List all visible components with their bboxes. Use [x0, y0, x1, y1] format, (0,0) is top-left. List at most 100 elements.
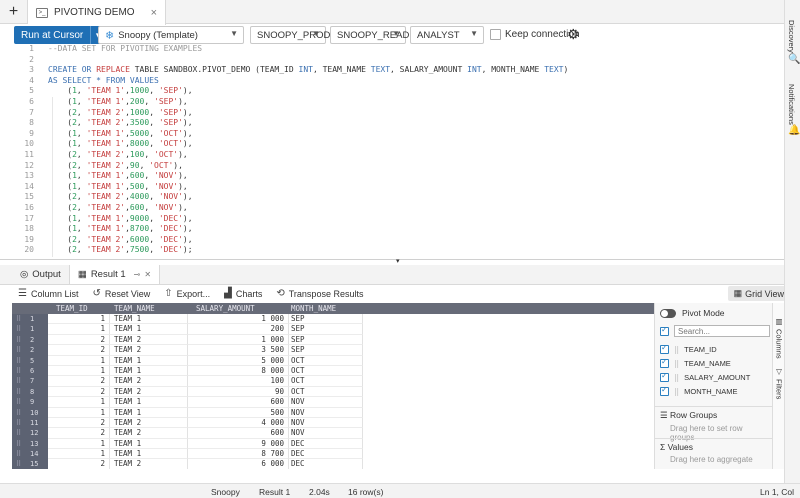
cell-team-name[interactable]: TEAM 2: [110, 386, 188, 398]
cell-team-id[interactable]: 1: [48, 324, 110, 335]
role-select[interactable]: ANALYST ▼: [410, 26, 484, 44]
drag-handle-icon[interactable]: ⣿: [674, 388, 679, 396]
cell-month-name[interactable]: NOV: [289, 407, 363, 418]
table-row[interactable]: ⠿ 12 2 TEAM 2 600 NOV: [12, 428, 654, 439]
bell-icon[interactable]: 🔔: [788, 125, 800, 136]
cell-team-name[interactable]: TEAM 2: [110, 428, 188, 439]
cell-month-name[interactable]: OCT: [289, 376, 363, 387]
keep-connection-checkbox[interactable]: [490, 29, 501, 40]
table-row[interactable]: ⠿ 6 1 TEAM 18 000 OCT: [12, 365, 654, 377]
field-checkbox[interactable]: [660, 343, 669, 354]
schema-select[interactable]: SNOOPY_READ ▼: [330, 26, 409, 44]
notifications-tab[interactable]: Notifications: [787, 84, 796, 125]
row-number[interactable]: ⠿ 9: [12, 397, 48, 408]
cell-salary-amount[interactable]: 1 000: [188, 334, 289, 346]
column-list-button[interactable]: ☰ Column List: [18, 288, 79, 299]
values-drop-zone[interactable]: Σ Values Drag here to aggregate: [655, 438, 773, 467]
column-header[interactable]: TEAM_NAME: [110, 303, 188, 314]
table-row[interactable]: ⠿ 14 1 TEAM 18 700 DEC: [12, 449, 654, 460]
cell-team-name[interactable]: TEAM 1: [110, 438, 188, 450]
cell-month-name[interactable]: NOV: [289, 417, 363, 429]
table-row[interactable]: ⠿ 15 2 TEAM 26 000 DEC: [12, 459, 654, 469]
column-header[interactable]: SALARY_AMOUNT: [188, 303, 289, 314]
table-row[interactable]: ⠿ 13 1 TEAM 19 000 DEC: [12, 438, 654, 450]
cell-team-name[interactable]: TEAM 1: [110, 314, 188, 325]
field-item[interactable]: ⣿TEAM_ID: [660, 343, 717, 354]
row-number[interactable]: ⠿ 11: [12, 417, 48, 429]
column-search-input[interactable]: [674, 325, 770, 337]
database-select[interactable]: SNOOPY_PROD ▼: [250, 26, 330, 44]
cell-team-name[interactable]: TEAM 2: [110, 334, 188, 346]
select-all-checkbox[interactable]: [660, 325, 669, 336]
row-number[interactable]: ⠿ 12: [12, 428, 48, 439]
tab-output[interactable]: ◎ Output: [12, 265, 69, 284]
cell-team-name[interactable]: TEAM 1: [110, 397, 188, 408]
table-row[interactable]: ⠿ 10 1 TEAM 1 500 NOV: [12, 407, 654, 418]
results-grid[interactable]: TEAM_ID TEAM_NAME SALARY_AMOUNT MONTH_NA…: [12, 303, 654, 469]
table-row[interactable]: ⠿ 9 1 TEAM 1 600 NOV: [12, 397, 654, 408]
cell-team-id[interactable]: 2: [48, 386, 110, 398]
row-number[interactable]: ⠿ 8: [12, 386, 48, 398]
transpose-results-button[interactable]: ⟲ Transpose Results: [276, 288, 363, 299]
grid-view-button[interactable]: ▦ Grid View: [727, 286, 790, 301]
row-number[interactable]: ⠿ 1: [12, 324, 48, 335]
cell-team-id[interactable]: 2: [48, 459, 110, 469]
cell-salary-amount[interactable]: 100: [188, 376, 289, 387]
cell-salary-amount[interactable]: 200: [188, 324, 289, 335]
toggle-switch[interactable]: [660, 308, 676, 318]
cell-salary-amount[interactable]: 8 000: [188, 365, 289, 377]
table-row[interactable]: ⠿ 1 1 TEAM 1 200 SEP: [12, 324, 654, 335]
cell-team-id[interactable]: 1: [48, 449, 110, 460]
cell-team-id[interactable]: 1: [48, 365, 110, 377]
cell-month-name[interactable]: SEP: [289, 345, 363, 356]
close-tab-icon[interactable]: ×: [151, 7, 157, 19]
cell-team-id[interactable]: 2: [48, 345, 110, 356]
gear-icon[interactable]: ⚙: [567, 26, 580, 43]
field-checkbox[interactable]: [660, 371, 669, 382]
cell-team-id[interactable]: 1: [48, 438, 110, 450]
row-number[interactable]: ⠿ 15: [12, 459, 48, 469]
row-number[interactable]: ⠿ 7: [12, 376, 48, 387]
drag-handle-icon[interactable]: ⣿: [674, 374, 679, 382]
row-number[interactable]: ⠿ 10: [12, 407, 48, 418]
table-row[interactable]: ⠿ 11 2 TEAM 24 000 NOV: [12, 417, 654, 429]
cell-salary-amount[interactable]: 600: [188, 428, 289, 439]
field-checkbox[interactable]: [660, 385, 669, 396]
cell-team-id[interactable]: 2: [48, 334, 110, 346]
run-at-cursor-button[interactable]: Run at Cursor ▼: [14, 26, 106, 44]
table-row[interactable]: ⠿ 5 1 TEAM 15 000 OCT: [12, 355, 654, 366]
template-select[interactable]: ❄ Snoopy (Template) ▼: [98, 26, 244, 44]
row-number[interactable]: ⠿ 1: [12, 314, 48, 325]
cell-team-id[interactable]: 2: [48, 428, 110, 439]
cell-salary-amount[interactable]: 1 000: [188, 314, 289, 325]
cell-month-name[interactable]: OCT: [289, 365, 363, 377]
cell-salary-amount[interactable]: 6 000: [188, 459, 289, 469]
tab-pivoting-demo[interactable]: >_ PIVOTING DEMO ×: [28, 0, 166, 25]
cell-month-name[interactable]: SEP: [289, 314, 363, 325]
cell-month-name[interactable]: SEP: [289, 324, 363, 335]
table-row[interactable]: ⠿ 2 2 TEAM 23 500 SEP: [12, 345, 654, 356]
cell-month-name[interactable]: OCT: [289, 355, 363, 366]
cell-team-name[interactable]: TEAM 1: [110, 365, 188, 377]
cell-month-name[interactable]: DEC: [289, 449, 363, 460]
cell-month-name[interactable]: OCT: [289, 386, 363, 398]
sql-editor[interactable]: 1 2 3 4 5 6 7 8 9 10 11 12 13 14 15 16 17 18 19 20 --DATA S…: [0, 44, 784, 259]
cell-salary-amount[interactable]: 90: [188, 386, 289, 398]
field-item[interactable]: ⣿MONTH_NAME: [660, 385, 737, 396]
close-icon[interactable]: ✕: [144, 270, 151, 279]
cell-team-id[interactable]: 1: [48, 407, 110, 418]
cell-salary-amount[interactable]: 8 700: [188, 449, 289, 460]
add-tab-button[interactable]: +: [0, 0, 28, 23]
cell-team-name[interactable]: TEAM 1: [110, 355, 188, 366]
cell-team-name[interactable]: TEAM 2: [110, 376, 188, 387]
cell-salary-amount[interactable]: 5 000: [188, 355, 289, 366]
export-button[interactable]: ⇧ Export...: [164, 288, 210, 299]
cell-month-name[interactable]: DEC: [289, 459, 363, 469]
splitter-handle-icon[interactable]: ▾: [396, 257, 400, 265]
cell-month-name[interactable]: SEP: [289, 334, 363, 346]
column-header[interactable]: MONTH_NAME: [289, 303, 363, 314]
pivot-mode-toggle[interactable]: Pivot Mode: [660, 308, 725, 318]
row-number[interactable]: ⠿ 2: [12, 345, 48, 356]
cell-team-id[interactable]: 1: [48, 397, 110, 408]
cell-team-id[interactable]: 1: [48, 355, 110, 366]
